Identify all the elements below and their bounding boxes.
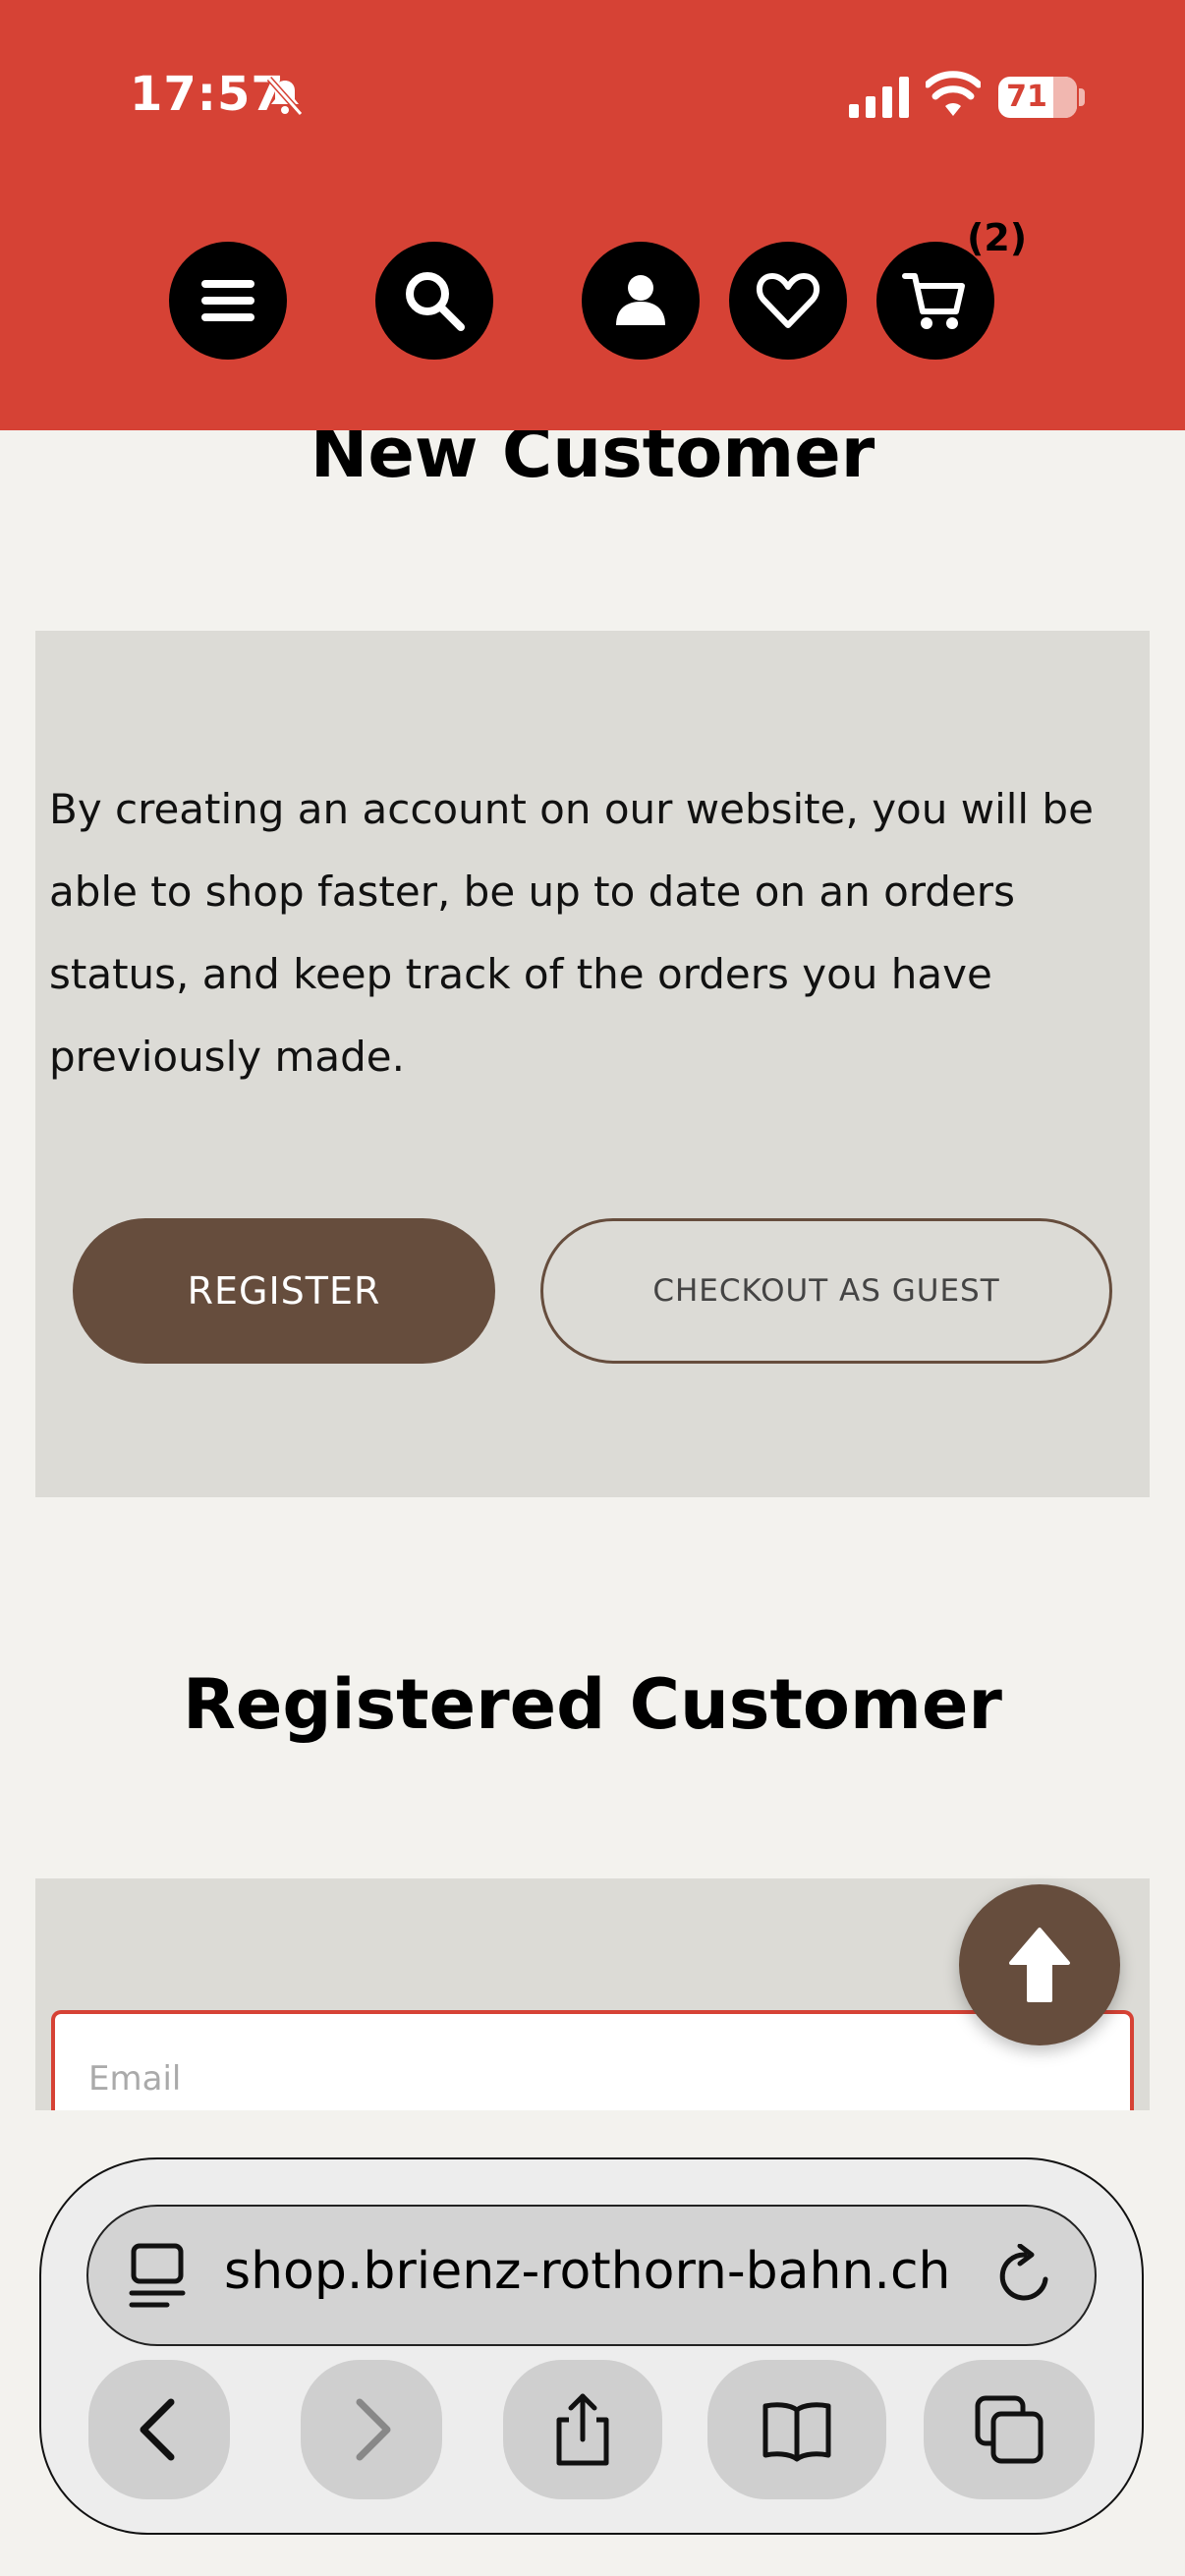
forward-button[interactable] — [301, 2360, 442, 2499]
share-button[interactable] — [503, 2360, 662, 2499]
email-placeholder: Email — [88, 2059, 182, 2099]
wishlist-heart-icon — [756, 273, 820, 328]
menu-button[interactable] — [169, 242, 287, 360]
status-time: 17:57 — [130, 67, 285, 122]
url-text[interactable]: shop.brienz-rothorn-bahn.ch — [224, 2242, 951, 2301]
page-menu-icon[interactable] — [128, 2242, 187, 2311]
registered-customer-heading: Registered Customer — [183, 1664, 1002, 1745]
scroll-to-top-button[interactable] — [959, 1884, 1120, 2045]
menu-icon — [201, 280, 254, 321]
back-icon — [140, 2398, 175, 2461]
cart-count-badge: (2) — [967, 216, 1028, 259]
share-icon — [556, 2393, 609, 2466]
checkout-as-guest-button[interactable]: CHECKOUT AS GUEST — [540, 1218, 1112, 1364]
bookmarks-icon — [762, 2402, 831, 2462]
arrow-up-icon — [1009, 1928, 1070, 2002]
reload-icon[interactable] — [992, 2244, 1057, 2309]
wifi-icon — [926, 71, 981, 116]
account-icon — [616, 275, 665, 325]
bookmarks-button[interactable] — [707, 2360, 886, 2499]
cellular-signal-icon — [849, 77, 909, 118]
tabs-button[interactable] — [924, 2360, 1095, 2499]
back-button[interactable] — [88, 2360, 230, 2499]
search-icon — [406, 272, 465, 331]
tabs-icon — [975, 2395, 1044, 2464]
cart-button[interactable] — [876, 242, 994, 360]
bell-slash-icon — [266, 77, 304, 116]
register-button[interactable]: REGISTER — [73, 1218, 495, 1364]
account-button[interactable] — [582, 242, 700, 360]
site-header: 17:57 71 (2) — [0, 0, 1185, 430]
cart-icon — [902, 273, 965, 329]
battery-level: 71 — [1006, 80, 1047, 114]
search-button[interactable] — [375, 242, 493, 360]
new-customer-description: By creating an account on our website, y… — [49, 785, 1094, 1081]
wishlist-button[interactable] — [729, 242, 847, 360]
battery-icon: 71 — [998, 77, 1077, 118]
forward-icon — [356, 2398, 391, 2461]
